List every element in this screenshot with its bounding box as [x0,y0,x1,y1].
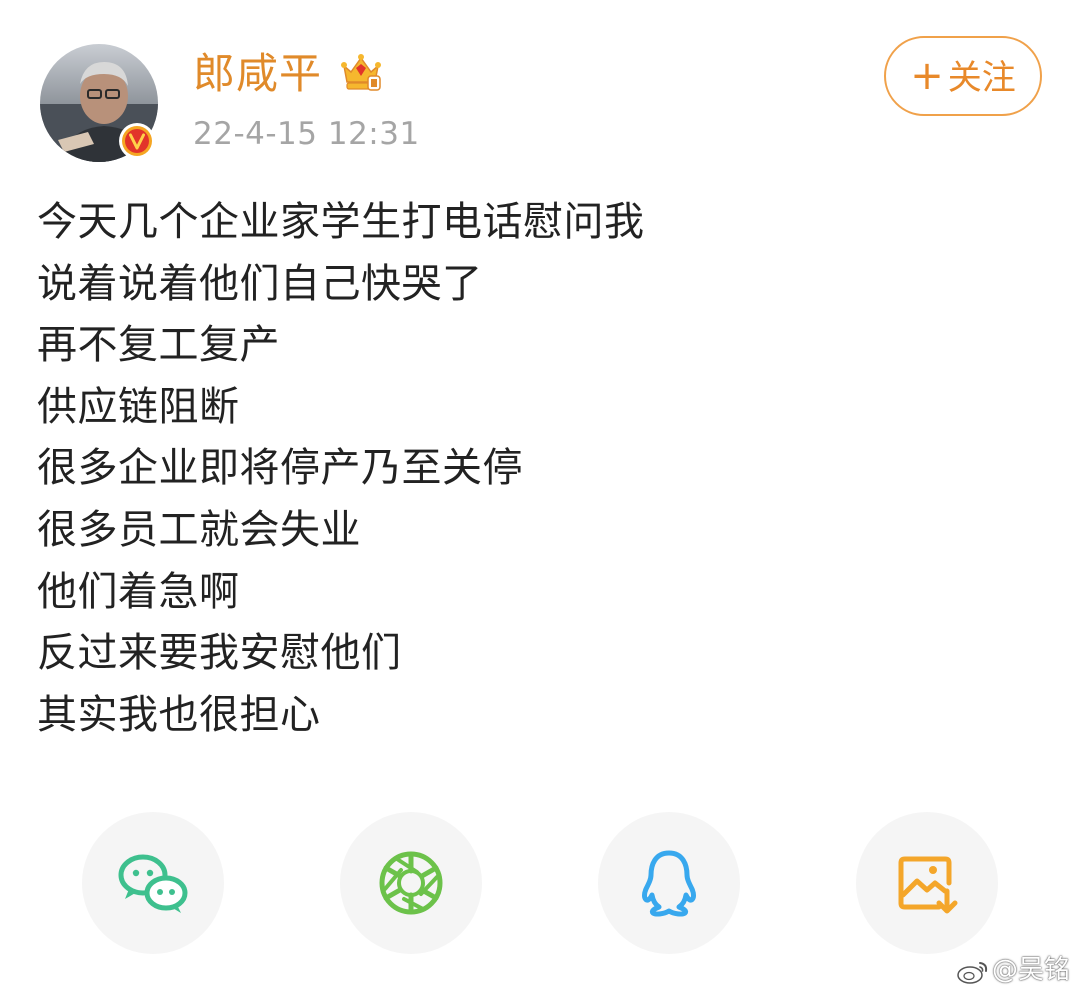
vip-crown-icon [341,54,381,91]
follow-button[interactable]: + 关注 [884,36,1042,116]
weibo-logo-icon [957,961,988,984]
watermark-text: @吴铭 [991,955,1070,985]
post-content: 今天几个企业家学生打电话慰问我 说着说着他们自己快哭了 再不复工复产 供应链阻断… [37,192,1037,746]
follow-label: 关注 [947,58,1016,98]
save-image-button[interactable] [856,812,998,954]
author-name[interactable]: 郎咸平 [193,44,322,104]
post-line: 很多员工就会失业 [37,506,361,553]
post-timestamp: 22-4-15 12:31 [193,116,420,152]
moments-icon [379,851,443,915]
plus-icon: + [910,53,944,99]
save-image-icon [898,856,958,914]
share-row [0,812,1080,954]
post-line: 供应链阻断 [37,383,240,430]
qq-icon [642,850,696,917]
wechat-icon [118,854,188,913]
post-line: 很多企业即将停产乃至关停 [37,445,523,492]
post-line: 说着说着他们自己快哭了 [37,260,483,307]
watermark: @吴铭 [956,950,1070,990]
post-line: 其实我也很担心 [37,691,321,738]
share-wechat-button[interactable] [82,812,224,954]
verified-v-icon [119,123,155,159]
share-moments-button[interactable] [340,812,482,954]
post-line: 反过来要我安慰他们 [37,630,402,677]
avatar[interactable] [40,44,158,162]
share-qq-button[interactable] [598,812,740,954]
post-line: 再不复工复产 [37,322,280,369]
post-line: 今天几个企业家学生打电话慰问我 [37,199,645,245]
post-line: 他们着急啊 [37,568,240,615]
